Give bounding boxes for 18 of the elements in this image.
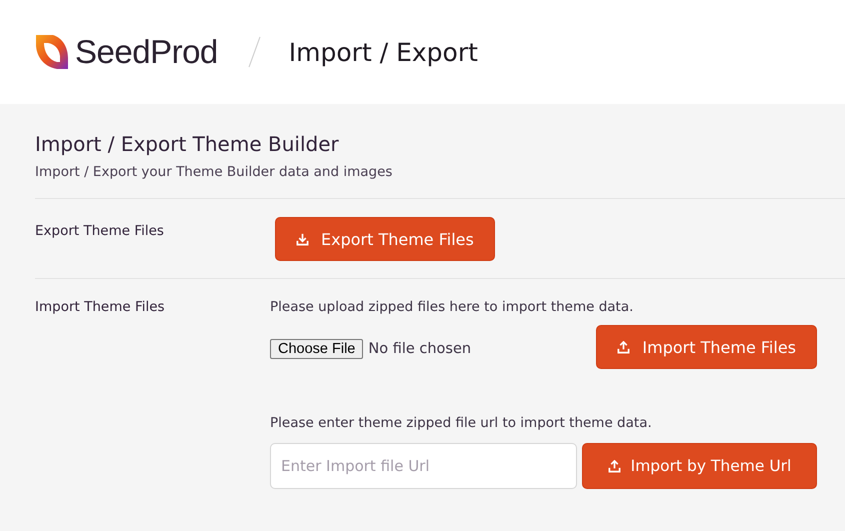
export-button[interactable]: Export Theme Files [275,217,495,261]
file-status: No file chosen [368,341,472,357]
row-label: Export Theme Files [35,222,165,241]
brand-name: SeedProd [75,33,218,71]
upload-icon [608,460,621,472]
import-button[interactable]: Import by Theme Url [582,443,817,489]
leaf-logo-icon [35,34,69,70]
upload-icon [617,340,630,354]
row-label: Import Theme Files [35,299,166,317]
url-input-field[interactable]: Enter Import file Url [270,443,577,489]
url-hint: Please enter theme zipped file url to import theme data. [270,415,653,431]
choose-file-button[interactable]: Choose File [270,339,364,359]
import-button[interactable]: Import Theme Files [596,325,817,369]
upload-hint: Please upload zipped files here to import theme data. [270,299,634,315]
page-title: Import / Export [288,38,478,66]
section-subtitle: Import / Export your Theme Builder data and images [35,164,394,180]
download-icon [296,232,309,246]
section-heading: Import / Export Theme Builder [35,132,340,156]
